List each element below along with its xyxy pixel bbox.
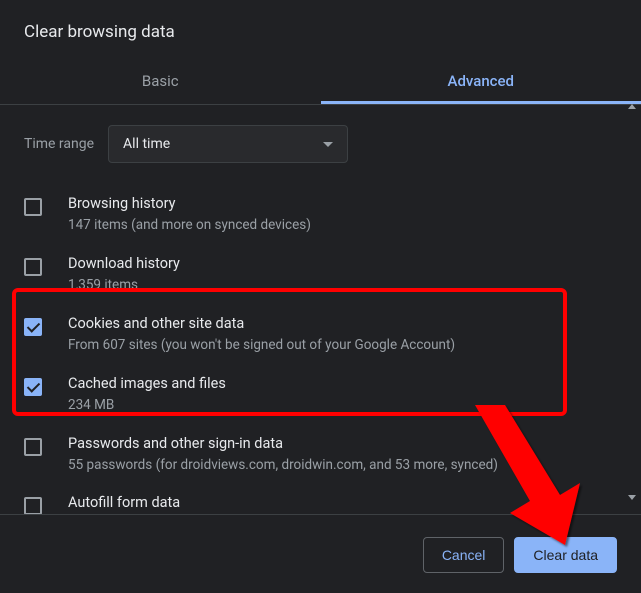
checkbox-autofill[interactable] [24, 497, 42, 515]
checkbox-browsing-history[interactable] [24, 198, 42, 216]
item-title: Cached images and files [68, 375, 617, 392]
item-subtitle: 55 passwords (for droidviews.com, droidw… [68, 456, 617, 475]
time-range-select[interactable]: All time [108, 125, 348, 163]
scroll-down-icon[interactable] [628, 495, 636, 500]
clear-data-button[interactable]: Clear data [514, 537, 617, 573]
item-subtitle: 1,359 items [68, 276, 617, 295]
checkbox-cache[interactable] [24, 378, 42, 396]
item-title: Passwords and other sign-in data [68, 435, 617, 452]
cancel-button[interactable]: Cancel [423, 537, 505, 573]
item-title: Autofill form data [68, 494, 617, 511]
list-item[interactable]: Passwords and other sign-in data 55 pass… [24, 425, 617, 485]
checkbox-passwords[interactable] [24, 438, 42, 456]
tabs: Basic Advanced [0, 60, 641, 104]
list-item[interactable]: Browsing history 147 items (and more on … [24, 185, 617, 245]
time-range-label: Time range [24, 136, 94, 152]
data-type-list: Browsing history 147 items (and more on … [24, 185, 617, 525]
scroll-up-icon[interactable] [628, 104, 636, 109]
item-subtitle: 147 items (and more on synced devices) [68, 216, 617, 235]
dialog-actions: Cancel Clear data [423, 537, 617, 573]
item-title: Browsing history [68, 195, 617, 212]
divider [0, 514, 641, 515]
tab-advanced[interactable]: Advanced [321, 60, 641, 104]
time-range-value: All time [123, 136, 170, 152]
tab-basic[interactable]: Basic [0, 60, 321, 104]
chevron-down-icon [323, 142, 333, 147]
list-item[interactable]: Download history 1,359 items [24, 245, 617, 305]
list-item[interactable]: Autofill form data [24, 484, 617, 525]
checkbox-download-history[interactable] [24, 258, 42, 276]
item-title: Cookies and other site data [68, 315, 617, 332]
list-item[interactable]: Cookies and other site data From 607 sit… [24, 305, 617, 365]
checkbox-cookies[interactable] [24, 318, 42, 336]
item-title: Download history [68, 255, 617, 272]
list-item[interactable]: Cached images and files 234 MB [24, 365, 617, 425]
scrollbar[interactable] [625, 100, 639, 508]
item-subtitle: 234 MB [68, 396, 617, 415]
time-range-row: Time range All time [24, 105, 617, 185]
item-subtitle: From 607 sites (you won't be signed out … [68, 336, 617, 355]
dialog-title: Clear browsing data [0, 0, 641, 60]
